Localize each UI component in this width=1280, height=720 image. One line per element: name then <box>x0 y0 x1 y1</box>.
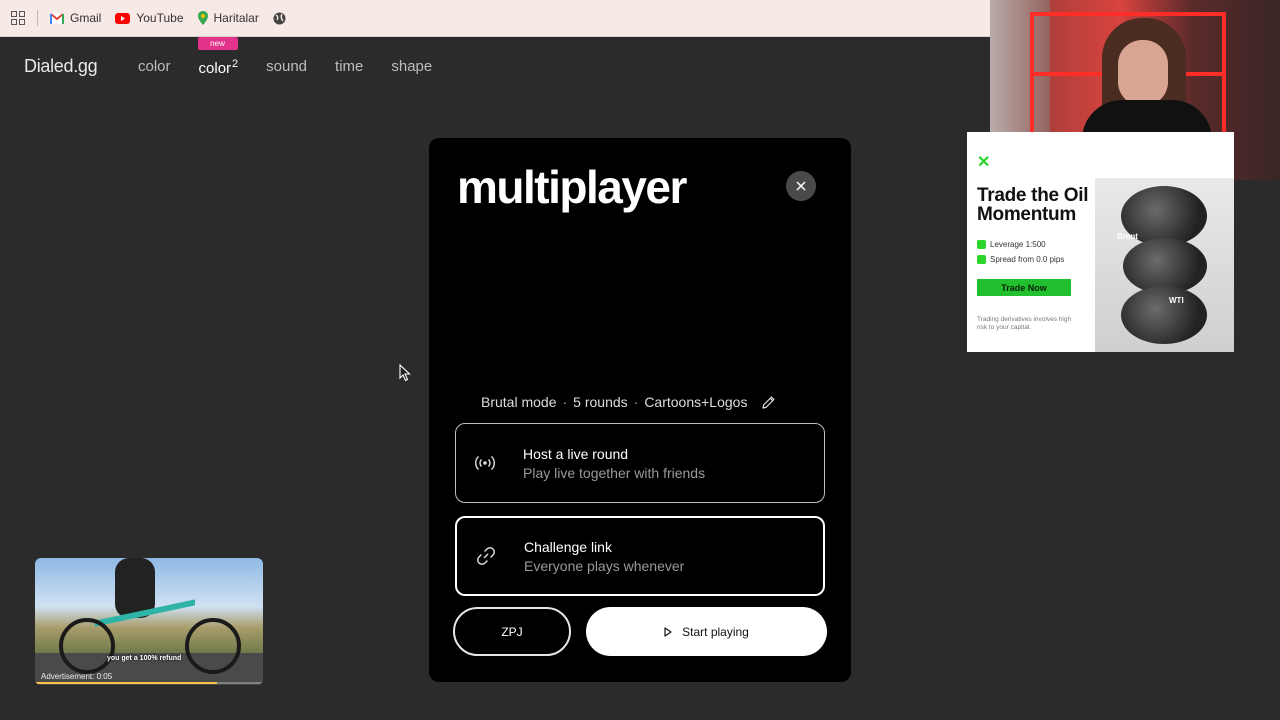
nav-label: time <box>335 58 364 75</box>
apps-grid-icon[interactable] <box>11 11 25 25</box>
setting-mode: Brutal mode <box>481 394 557 410</box>
nav-label: shape <box>391 58 433 75</box>
challenge-link-option[interactable]: Challenge link Everyone plays whenever <box>455 516 825 596</box>
modal-title: multiplayer <box>457 161 687 213</box>
link-icon <box>477 547 495 565</box>
bookmark-label: YouTube <box>136 11 184 25</box>
globe-icon <box>273 12 286 24</box>
new-badge: new <box>197 37 238 50</box>
ad-label-brent: Brent <box>1117 232 1138 241</box>
nav-color[interactable]: color <box>138 58 171 77</box>
bookmark-youtube[interactable]: YouTube <box>115 11 184 25</box>
pencil-icon[interactable] <box>761 395 776 410</box>
setting-rounds: 5 rounds <box>573 394 628 410</box>
setting-category: Cartoons+Logos <box>644 394 748 410</box>
game-settings: Brutal mode · 5 rounds · Cartoons+Logos <box>481 394 776 410</box>
separator-dot: · <box>633 394 639 410</box>
nav-label: sound <box>266 58 308 75</box>
video-caption: you get a 100% refund <box>107 655 182 662</box>
check-icon <box>977 240 986 249</box>
challenge-text: Challenge link Everyone plays whenever <box>524 539 684 574</box>
bookmark-label: Haritalar <box>213 11 259 25</box>
host-live-round-option[interactable]: Host a live round Play live together wit… <box>455 423 825 503</box>
broadcast-icon <box>475 455 495 471</box>
nav-label: color <box>138 58 171 75</box>
bookmark-maps[interactable]: Haritalar <box>197 11 259 25</box>
nav-sound[interactable]: sound <box>266 58 307 77</box>
bookmark-label: Gmail <box>70 11 102 25</box>
gmail-icon <box>50 12 64 24</box>
ad-bullet: Leverage 1:500 <box>977 240 1046 249</box>
close-icon <box>796 181 806 191</box>
maps-icon <box>197 11 208 25</box>
challenge-title: Challenge link <box>524 538 612 555</box>
nav-superscript: 2 <box>232 58 239 70</box>
video-progress-bar <box>35 682 218 684</box>
separator-dot: · <box>562 394 568 410</box>
ad-disclaimer: Trading derivatives involves high risk t… <box>977 316 1072 331</box>
host-subtitle: Play live together with friends <box>523 464 706 481</box>
nav-shape[interactable]: shape <box>391 58 432 77</box>
start-playing-button[interactable]: Start playing <box>586 607 827 656</box>
ad-bullet-text: Leverage 1:500 <box>990 240 1046 249</box>
host-text: Host a live round Play live together wit… <box>523 446 705 481</box>
trade-now-button[interactable]: Trade Now <box>977 279 1071 296</box>
bookmark-gmail[interactable]: Gmail <box>50 11 101 25</box>
ad-logo-icon: ✕ <box>977 154 991 171</box>
ad-label-wti: WTI <box>1169 296 1184 305</box>
play-icon <box>664 626 672 637</box>
ad-bullet-text: Spread from 0.0 pips <box>990 255 1065 264</box>
challenge-subtitle: Everyone plays whenever <box>524 557 685 574</box>
mouse-cursor-icon <box>399 364 411 382</box>
start-playing-label: Start playing <box>682 624 749 639</box>
check-icon <box>977 255 986 264</box>
nav-label: color <box>198 60 232 77</box>
nav-time[interactable]: time <box>335 58 363 77</box>
nav-color-2[interactable]: new color2 <box>197 37 239 77</box>
close-button[interactable] <box>786 171 816 201</box>
oil-trading-ad[interactable]: ✕ Trade the Oil Momentum Leverage 1:500 … <box>967 132 1234 352</box>
ad-image: Brent WTI <box>1095 178 1234 352</box>
site-logo[interactable]: Dialed.gg <box>24 56 98 77</box>
host-title: Host a live round <box>523 445 629 462</box>
bookmarks-separator <box>37 10 38 26</box>
youtube-icon <box>115 12 131 24</box>
bookmark-globe[interactable] <box>273 12 286 25</box>
room-code-button[interactable]: ZPJ <box>453 607 571 656</box>
multiplayer-modal: multiplayer Brutal mode · 5 rounds · Car… <box>429 138 851 682</box>
video-ad-player[interactable]: you get a 100% refund Advertisement: 0:0… <box>35 558 263 685</box>
video-ad-label: Advertisement: 0:05 <box>41 672 113 681</box>
main-nav: color new color2 sound time shape <box>138 37 432 77</box>
ad-bullet: Spread from 0.0 pips <box>977 255 1064 264</box>
